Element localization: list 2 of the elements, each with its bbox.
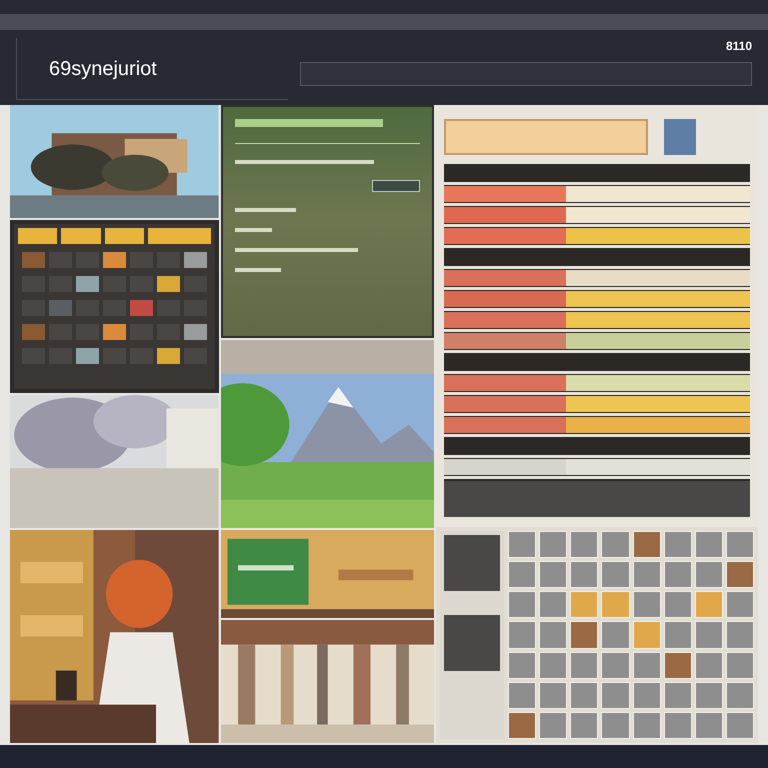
window-title: 69synejuriot <box>49 56 157 82</box>
counter-text: 8110 <box>726 38 752 54</box>
